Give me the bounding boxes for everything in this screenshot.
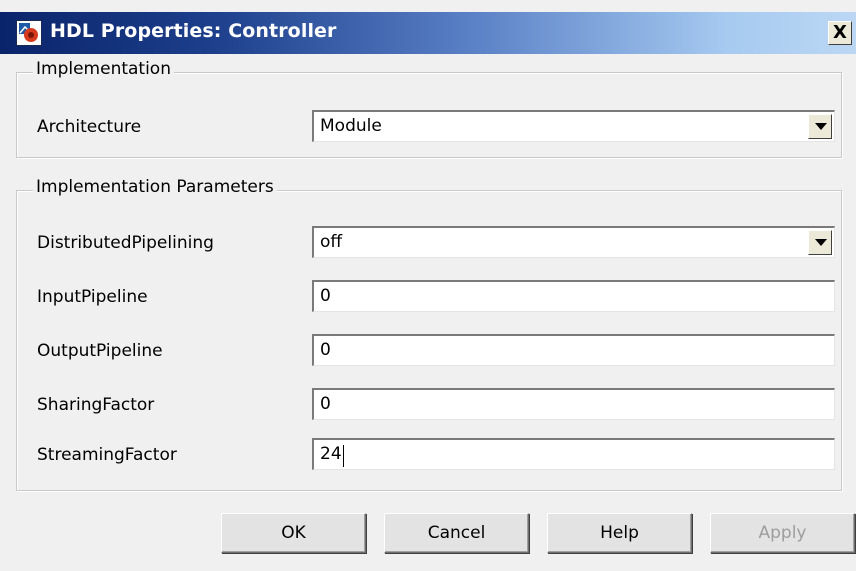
- architecture-label: Architecture: [37, 117, 142, 137]
- streaming-factor-value: 24: [320, 444, 342, 464]
- close-icon[interactable]: X: [828, 21, 852, 45]
- distributed-pipelining-label: DistributedPipelining: [37, 233, 214, 253]
- window-title: HDL Properties: Controller: [50, 20, 337, 42]
- text-caret: [343, 445, 344, 467]
- distributed-pipelining-value: off: [320, 232, 343, 252]
- distributed-pipelining-select[interactable]: off: [312, 226, 835, 258]
- implementation-parameters-group-label: Implementation Parameters: [33, 177, 277, 197]
- input-pipeline-value: 0: [320, 286, 331, 306]
- architecture-select[interactable]: Module: [312, 110, 835, 142]
- hdl-properties-dialog: HDL Properties: Controller X Implementat…: [0, 0, 856, 571]
- ok-button[interactable]: OK: [221, 513, 366, 553]
- streaming-factor-label: StreamingFactor: [37, 445, 177, 465]
- sharing-factor-field[interactable]: 0: [312, 388, 835, 420]
- streaming-factor-field[interactable]: 24: [312, 438, 835, 470]
- apply-button[interactable]: Apply: [710, 513, 855, 553]
- output-pipeline-label: OutputPipeline: [37, 341, 163, 361]
- implementation-group-label: Implementation: [33, 59, 174, 79]
- output-pipeline-field[interactable]: 0: [312, 334, 835, 366]
- title-bar[interactable]: HDL Properties: Controller X: [0, 12, 856, 54]
- architecture-value: Module: [320, 116, 382, 136]
- chevron-down-icon[interactable]: [808, 230, 832, 255]
- cancel-button[interactable]: Cancel: [384, 513, 529, 553]
- input-pipeline-label: InputPipeline: [37, 287, 148, 307]
- output-pipeline-value: 0: [320, 340, 331, 360]
- simulink-block-icon: [16, 20, 42, 46]
- sharing-factor-value: 0: [320, 394, 331, 414]
- help-button[interactable]: Help: [547, 513, 692, 553]
- chevron-down-icon[interactable]: [808, 114, 832, 139]
- input-pipeline-field[interactable]: 0: [312, 280, 835, 312]
- sharing-factor-label: SharingFactor: [37, 395, 155, 415]
